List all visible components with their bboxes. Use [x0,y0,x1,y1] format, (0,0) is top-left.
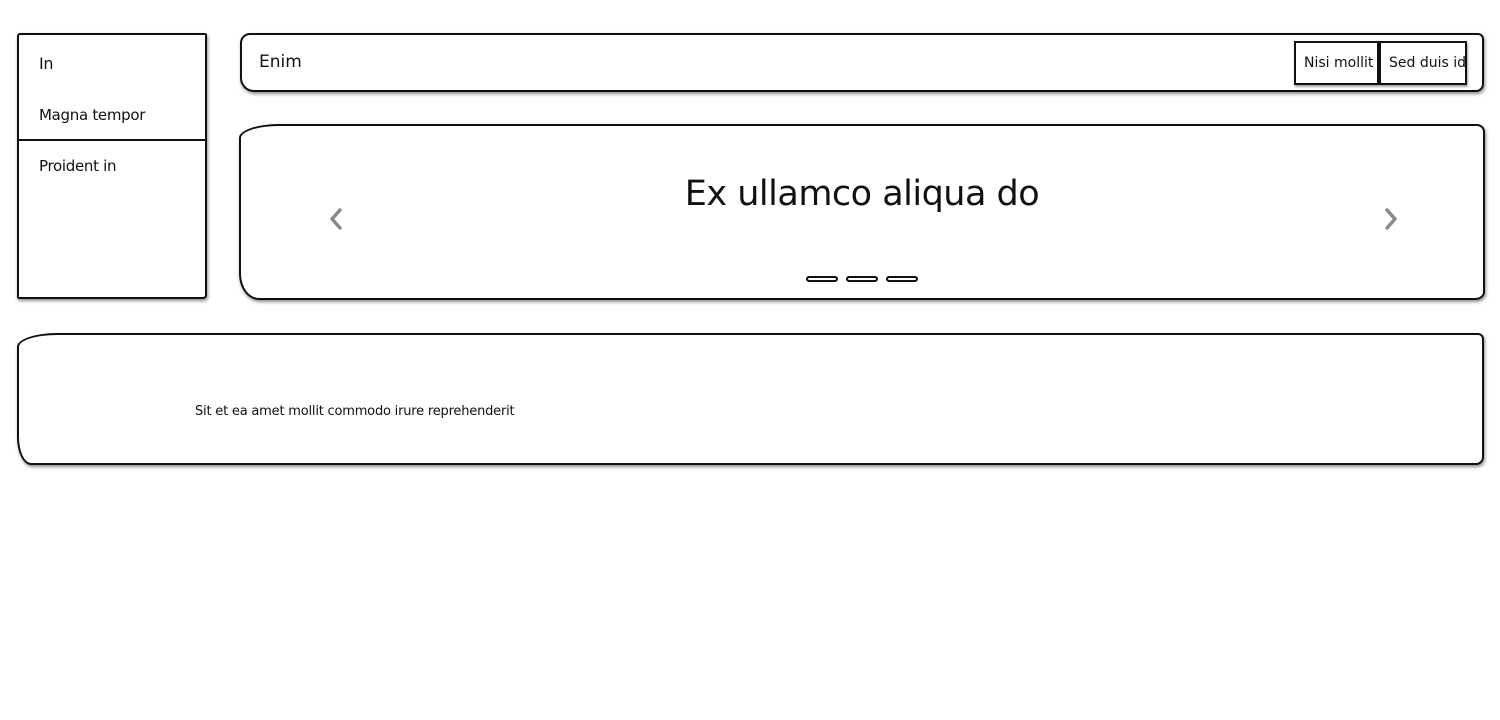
carousel-indicator-1[interactable] [806,276,838,282]
chevron-left-icon[interactable] [325,204,347,234]
nisi-mollit-button[interactable]: Nisi mollit [1294,41,1379,85]
sidebar-item-proident-in[interactable]: Proident in [39,157,117,175]
carousel-slide-title: Ex ullamco aliqua do [684,174,1040,214]
carousel: Ex ullamco aliqua do [239,124,1485,300]
carousel-indicator-2[interactable] [846,276,878,282]
sidebar: In Magna tempor Proident in [17,33,207,299]
chevron-right-icon[interactable] [1380,204,1402,234]
header-bar: Enim Nisi mollit Sed duis id [240,33,1484,92]
panel-text: Sit et ea amet mollit commodo irure repr… [195,404,515,419]
carousel-indicators [806,276,926,286]
header-title: Enim [259,52,302,72]
sed-duis-id-button[interactable]: Sed duis id [1379,41,1467,85]
sidebar-divider [19,139,205,141]
sidebar-item-in[interactable]: In [39,54,54,73]
carousel-indicator-3[interactable] [886,276,918,282]
content-panel: Sit et ea amet mollit commodo irure repr… [17,333,1484,465]
sidebar-item-magna-tempor[interactable]: Magna tempor [39,106,145,124]
